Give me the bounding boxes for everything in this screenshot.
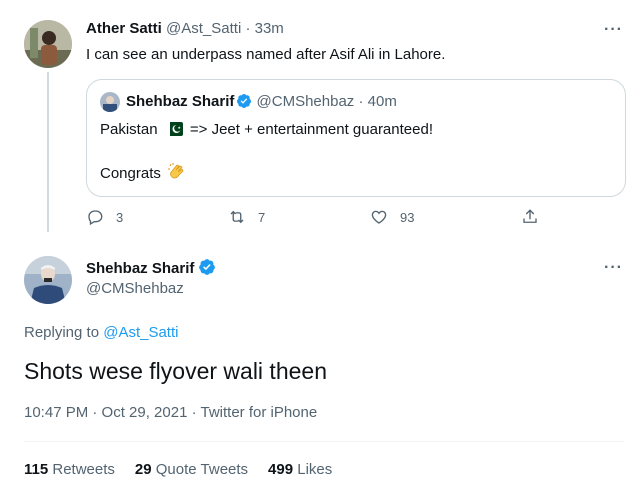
clapping-hands-icon	[168, 163, 184, 179]
verified-badge-icon	[199, 259, 216, 275]
quoted-congrats-text: Congrats	[100, 165, 161, 182]
quoted-tweet-header: Shehbaz Sharif @CMShehbaz · 40m	[126, 93, 397, 110]
parent-handle[interactable]: @Ast_Satti	[166, 20, 241, 37]
replying-to-handle[interactable]: @Ast_Satti	[103, 324, 178, 341]
reply-count: 3	[116, 209, 124, 225]
quote-tweets-stat[interactable]: 29 Quote Tweets	[135, 461, 248, 478]
parent-more-icon[interactable]: ···	[604, 21, 623, 39]
quoted-time: 40m	[367, 93, 397, 110]
parent-author-name[interactable]: Ather Satti	[86, 20, 162, 37]
parent-separator: ·	[245, 20, 251, 37]
replying-to: Replying to @Ast_Satti	[24, 324, 178, 341]
main-tweet-text: Shots wese flyover wali theen	[24, 358, 327, 384]
like-action[interactable]: 93	[370, 208, 414, 226]
thread-connector-line	[47, 72, 49, 232]
parent-avatar[interactable]	[24, 20, 72, 68]
retweet-icon	[230, 210, 244, 224]
main-avatar[interactable]	[24, 256, 72, 304]
quote-tweets-count: 29	[134, 461, 152, 478]
main-more-icon[interactable]: ···	[604, 259, 623, 277]
quoted-avatar	[100, 92, 120, 112]
parent-tweet-text: I can see an underpass named after Asif …	[86, 46, 446, 63]
stats-divider	[24, 441, 624, 442]
likes-count: 499	[268, 461, 294, 478]
retweets-count: 115	[24, 461, 49, 478]
parent-tweet-header: Ather Satti @Ast_Satti · 33m	[86, 20, 284, 37]
heart-icon	[371, 210, 387, 224]
parent-time[interactable]: 33m	[255, 20, 284, 37]
main-timestamp[interactable]: 10:47 PM · Oct 29, 2021 · Twitter for iP…	[24, 404, 317, 421]
retweet-action[interactable]: 7	[228, 208, 265, 226]
share-icon	[523, 209, 537, 223]
quoted-handle: @CMShehbaz	[256, 93, 355, 110]
like-count: 93	[400, 209, 415, 225]
retweets-stat[interactable]: 115 Retweets	[24, 461, 115, 478]
share-action[interactable]	[521, 208, 551, 226]
quoted-text-part1: Pakistan	[100, 121, 158, 138]
retweets-label: Retweets	[52, 461, 115, 478]
verified-badge-icon	[237, 94, 252, 108]
main-author-name[interactable]: Shehbaz Sharif	[86, 260, 194, 277]
pakistan-flag-icon	[164, 122, 183, 136]
quoted-text-part2: => Jeet + entertainment guaranteed!	[189, 121, 433, 138]
likes-stat[interactable]: 499 Likes	[268, 461, 332, 478]
retweet-count: 7	[258, 209, 266, 225]
quoted-text-line2: Congrats	[100, 162, 187, 182]
replying-to-label: Replying to	[24, 324, 100, 341]
main-author-name-row: Shehbaz Sharif	[86, 258, 216, 277]
quoted-tweet-card[interactable]: Shehbaz Sharif @CMShehbaz · 40m Pakistan…	[86, 79, 626, 197]
likes-label: Likes	[297, 461, 333, 478]
quoted-text-line1: Pakistan => Jeet + entertainment guarant…	[100, 121, 433, 138]
reply-action[interactable]: 3	[86, 208, 123, 226]
reply-icon	[88, 210, 103, 226]
quoted-author-name: Shehbaz Sharif	[126, 93, 235, 110]
main-handle[interactable]: @CMShehbaz	[86, 280, 184, 297]
quoted-separator: ·	[358, 93, 364, 110]
tweet-stats: 115 Retweets 29 Quote Tweets 499 Likes	[24, 461, 332, 478]
quote-tweets-label: Quote Tweets	[155, 461, 249, 478]
